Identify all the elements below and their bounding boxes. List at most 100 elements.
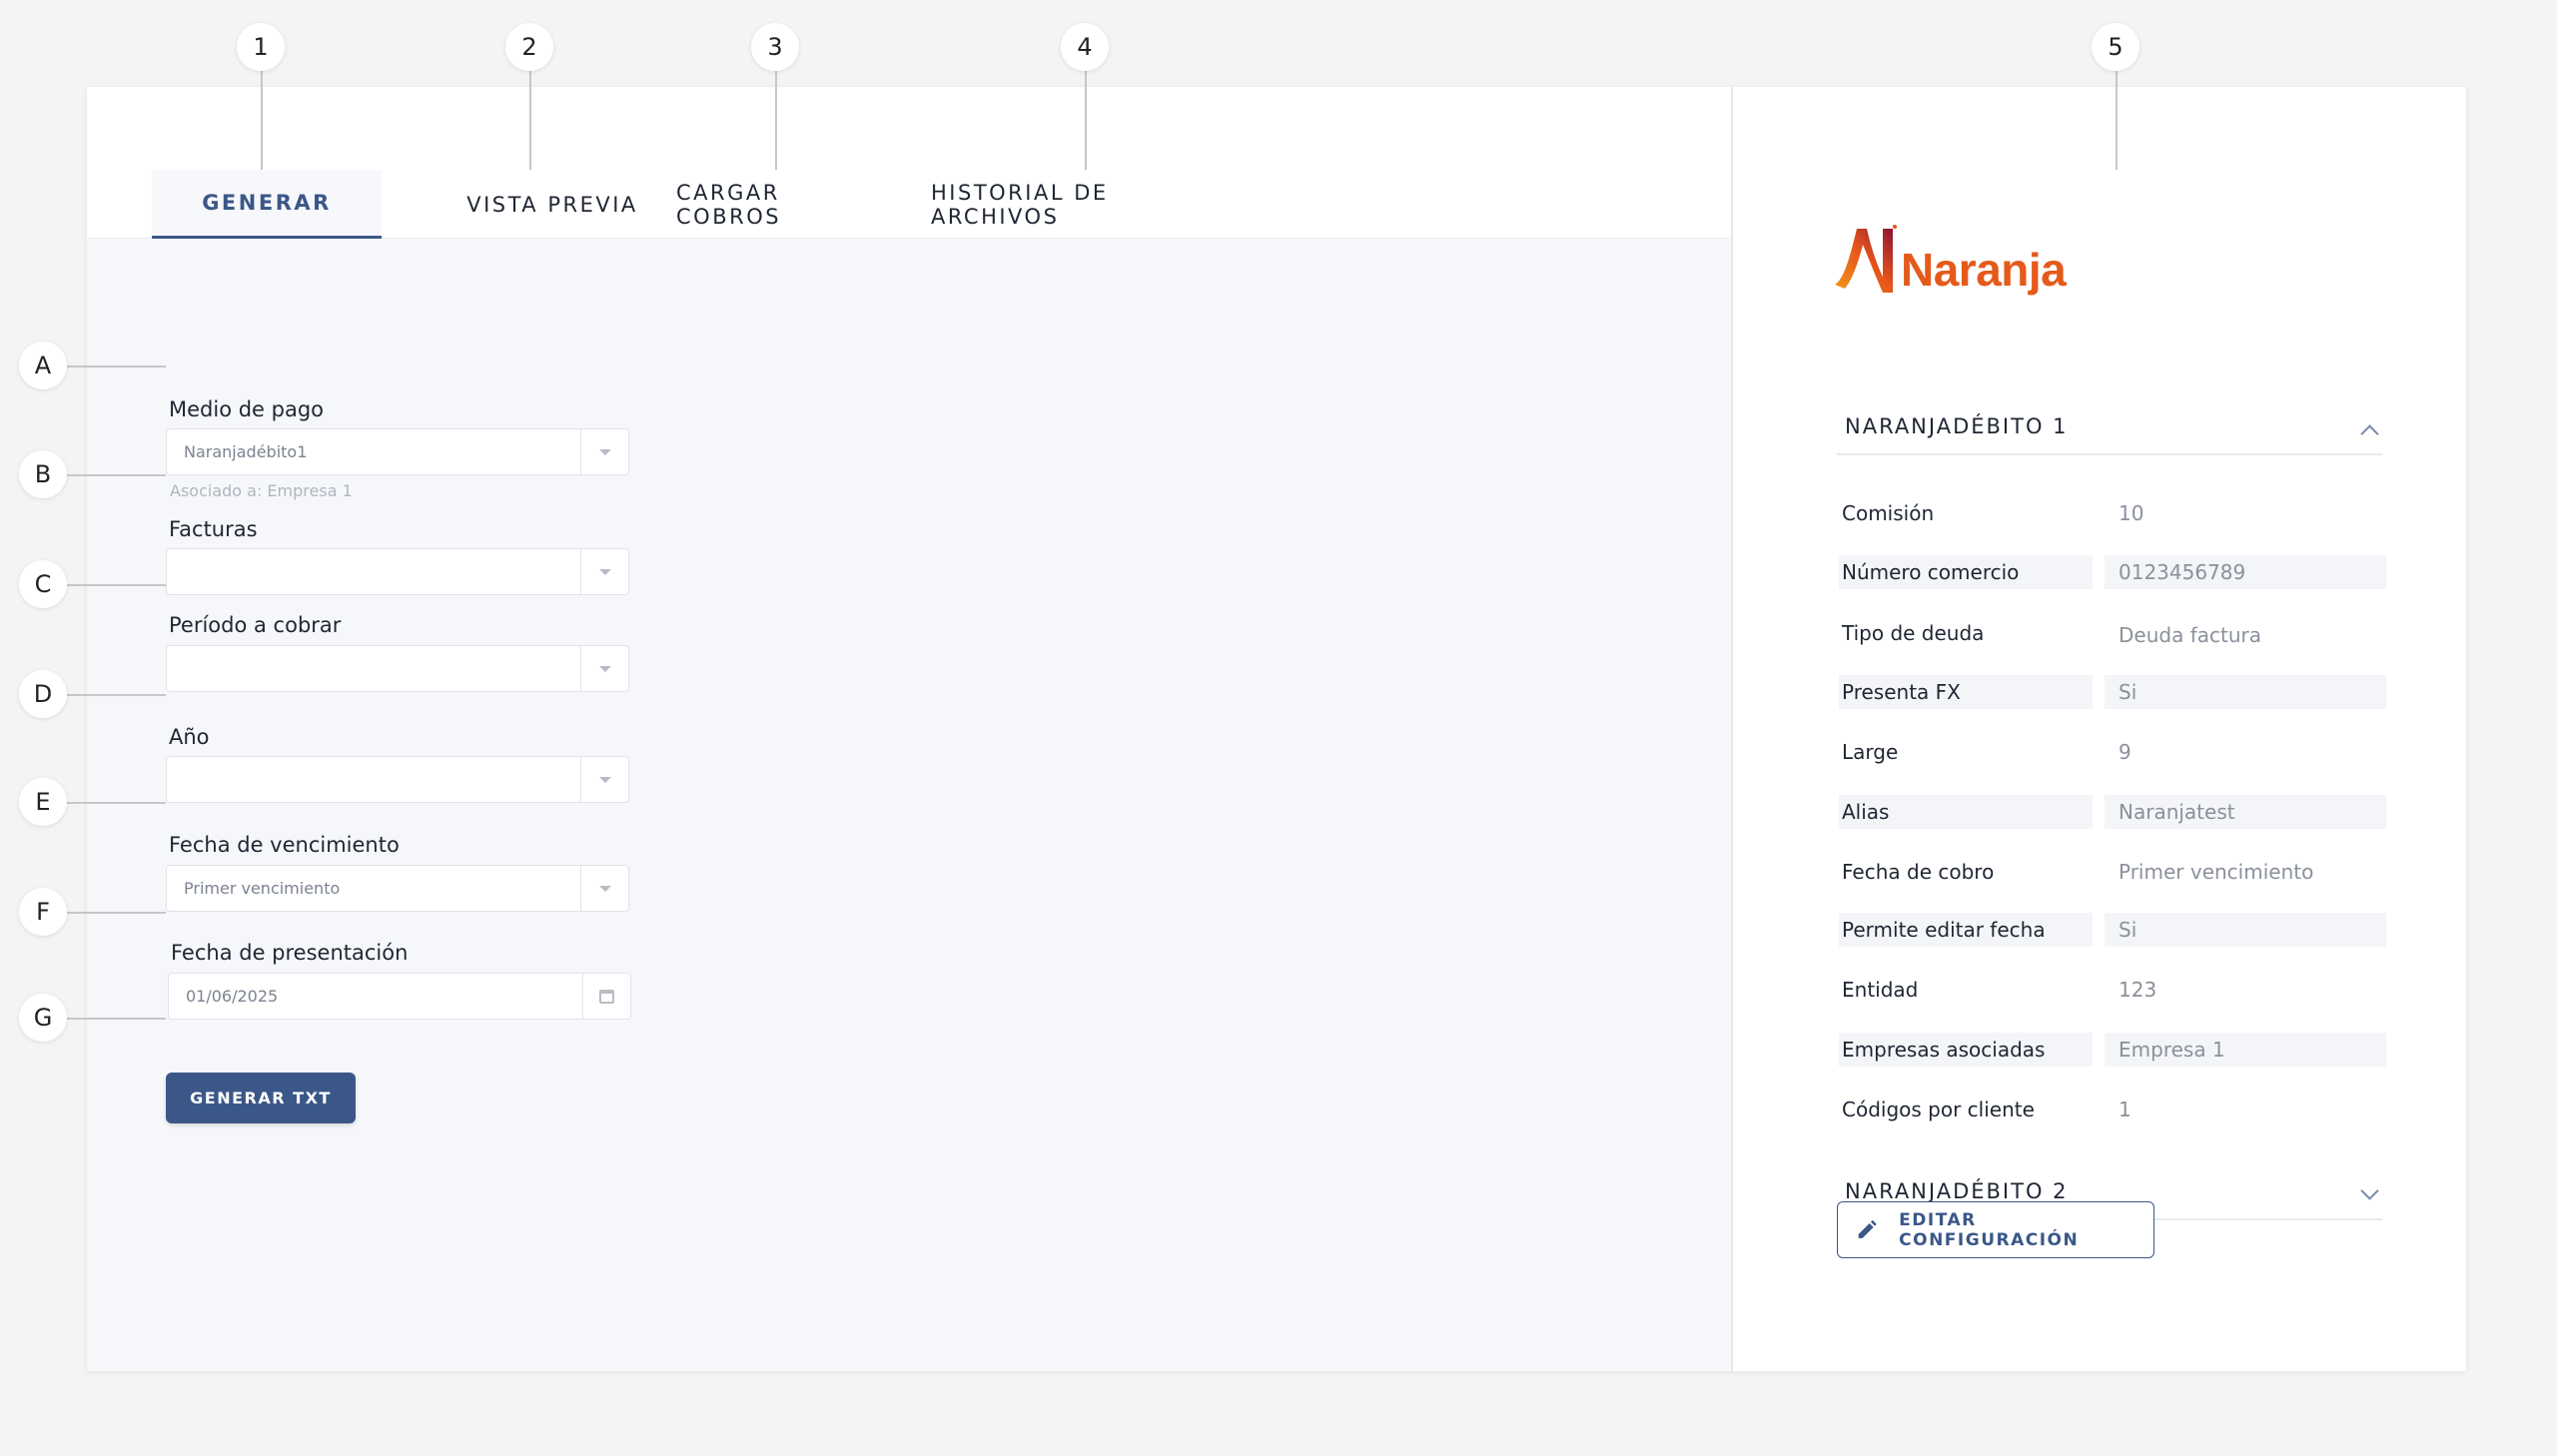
config-value: 123: [2119, 978, 2157, 1002]
chevron-up-icon[interactable]: [2360, 424, 2379, 443]
facturas-dropdown[interactable]: [580, 549, 628, 594]
vencimiento-label: Fecha de vencimiento: [169, 833, 400, 857]
facturas-label: Facturas: [169, 517, 258, 541]
periodo-select[interactable]: [166, 645, 629, 692]
periodo-dropdown[interactable]: [580, 646, 628, 691]
config-row-entidad: Entidad 123: [1839, 973, 2386, 1007]
chevron-down-icon: [598, 448, 611, 455]
callout-4: 4: [1061, 23, 1109, 71]
callout-4-leader: [1085, 71, 1087, 170]
callout-5: 5: [2092, 23, 2139, 71]
callout-g: G: [19, 994, 67, 1042]
presentacion-date-input[interactable]: 01/06/2025: [168, 973, 631, 1020]
medio-pago-dropdown[interactable]: [580, 429, 628, 474]
callout-b-leader: [67, 474, 166, 476]
tab-bar: GENERAR VISTA PREVIA CARGAR COBROS HISTO…: [87, 87, 1731, 239]
config-value: Deuda factura: [2119, 623, 2261, 647]
form-area: Medio de pago Naranjadébito1 Asociado a:…: [87, 239, 1731, 1371]
callout-c-leader: [67, 584, 166, 586]
callout-2-leader: [529, 71, 531, 170]
config-label: Large: [1842, 740, 1899, 764]
vencimiento-value: Primer vencimiento: [184, 879, 341, 898]
chevron-down-icon: [598, 665, 611, 672]
callout-d: D: [19, 670, 67, 718]
pencil-icon: [1858, 1219, 1877, 1238]
editar-configuracion-label: EDITAR CONFIGURACIÓN: [1899, 1209, 2080, 1250]
editar-configuracion-button[interactable]: EDITAR CONFIGURACIÓN: [1837, 1201, 2154, 1258]
calendar-icon: [599, 989, 614, 1004]
presentacion-label: Fecha de presentación: [171, 941, 409, 965]
main-card: GENERAR VISTA PREVIA CARGAR COBROS HISTO…: [87, 87, 2466, 1371]
callout-3-leader: [775, 71, 777, 170]
config-label: Presenta FX: [1839, 675, 2093, 709]
callout-1: 1: [237, 23, 285, 71]
config-label: Empresas asociadas: [1839, 1033, 2093, 1067]
callout-a: A: [19, 342, 67, 389]
config-value: 10: [2119, 501, 2144, 525]
callout-b: B: [19, 450, 67, 498]
callout-e-leader: [67, 802, 166, 804]
brand-name: Naranja: [1901, 244, 2067, 296]
accordion-naranjadebito-1[interactable]: NARANJADÉBITO 1: [1837, 399, 2382, 455]
vencimiento-select[interactable]: Primer vencimiento: [166, 865, 629, 912]
config-label: Permite editar fecha: [1839, 913, 2093, 947]
config-value: Primer vencimiento: [2119, 860, 2314, 884]
tab-cargar-cobros[interactable]: CARGAR COBROS: [676, 170, 876, 239]
vencimiento-dropdown[interactable]: [580, 866, 628, 911]
medio-pago-select[interactable]: Naranjadébito1: [166, 428, 629, 475]
config-row-empresas-asociadas: Empresas asociadas Empresa 1: [1839, 1033, 2386, 1067]
config-panel: Naranja NARANJADÉBITO 1 Comisión 10 Núme…: [1735, 87, 2466, 1371]
chevron-down-icon: [598, 568, 611, 575]
config-row-large: Large 9: [1839, 735, 2386, 769]
presentacion-value: 01/06/2025: [186, 987, 279, 1006]
config-row-presenta-fx: Presenta FX Si: [1839, 675, 2386, 709]
anio-label: Año: [169, 725, 210, 749]
callout-f: F: [19, 888, 67, 936]
accordion-1-title: NARANJADÉBITO 1: [1845, 414, 2069, 438]
medio-pago-label: Medio de pago: [169, 397, 325, 421]
facturas-select[interactable]: [166, 548, 629, 595]
callout-a-leader: [67, 365, 166, 367]
callout-f-leader: [67, 912, 166, 914]
callout-d-leader: [67, 694, 166, 696]
anio-select[interactable]: [166, 756, 629, 803]
chevron-down-icon[interactable]: [2360, 1181, 2379, 1200]
anio-dropdown[interactable]: [580, 757, 628, 802]
medio-pago-helper: Asociado a: Empresa 1: [170, 481, 353, 500]
config-label: Entidad: [1842, 978, 1919, 1002]
config-label: Alias: [1839, 795, 2093, 829]
tab-historial-archivos[interactable]: HISTORIAL DE ARCHIVOS: [931, 170, 1241, 239]
config-label: Tipo de deuda: [1842, 621, 1985, 645]
periodo-label: Período a cobrar: [169, 613, 342, 637]
callout-5-leader: [2116, 71, 2118, 170]
callout-c: C: [19, 560, 67, 608]
generar-txt-button[interactable]: GENERAR TXT: [166, 1073, 356, 1123]
config-value: Si: [2105, 913, 2386, 947]
callout-e: E: [19, 778, 67, 826]
callout-3: 3: [751, 23, 799, 71]
callout-1-leader: [261, 71, 263, 170]
naranja-n-mark-icon: [1835, 225, 1897, 293]
config-label: Número comercio: [1839, 555, 2093, 589]
chevron-down-icon: [598, 776, 611, 783]
presentacion-calendar-button[interactable]: [582, 974, 630, 1019]
tab-vista-previa[interactable]: VISTA PREVIA: [437, 170, 667, 239]
callout-2: 2: [505, 23, 553, 71]
config-label: Fecha de cobro: [1842, 860, 1995, 884]
config-row-alias: Alias Naranjatest: [1839, 795, 2386, 829]
config-row-comision: Comisión 10: [1839, 496, 2386, 530]
config-value: 9: [2119, 740, 2131, 764]
chevron-down-icon: [598, 885, 611, 892]
config-row-fecha-cobro: Fecha de cobro Primer vencimiento: [1839, 855, 2386, 889]
config-value: Naranjatest: [2105, 795, 2386, 829]
tab-generar[interactable]: GENERAR: [152, 170, 382, 239]
callout-g-leader: [67, 1018, 166, 1020]
naranja-logo: Naranja: [1831, 223, 2071, 303]
config-value: 0123456789: [2105, 555, 2386, 589]
config-row-numero-comercio: Número comercio 0123456789: [1839, 555, 2386, 589]
config-row-tipo-deuda: Tipo de deuda Deuda factura: [1839, 616, 2386, 650]
config-value: Empresa 1: [2105, 1033, 2386, 1067]
config-value: 1: [2119, 1097, 2131, 1121]
config-label: Comisión: [1842, 501, 1935, 525]
config-label: Códigos por cliente: [1842, 1097, 2035, 1121]
